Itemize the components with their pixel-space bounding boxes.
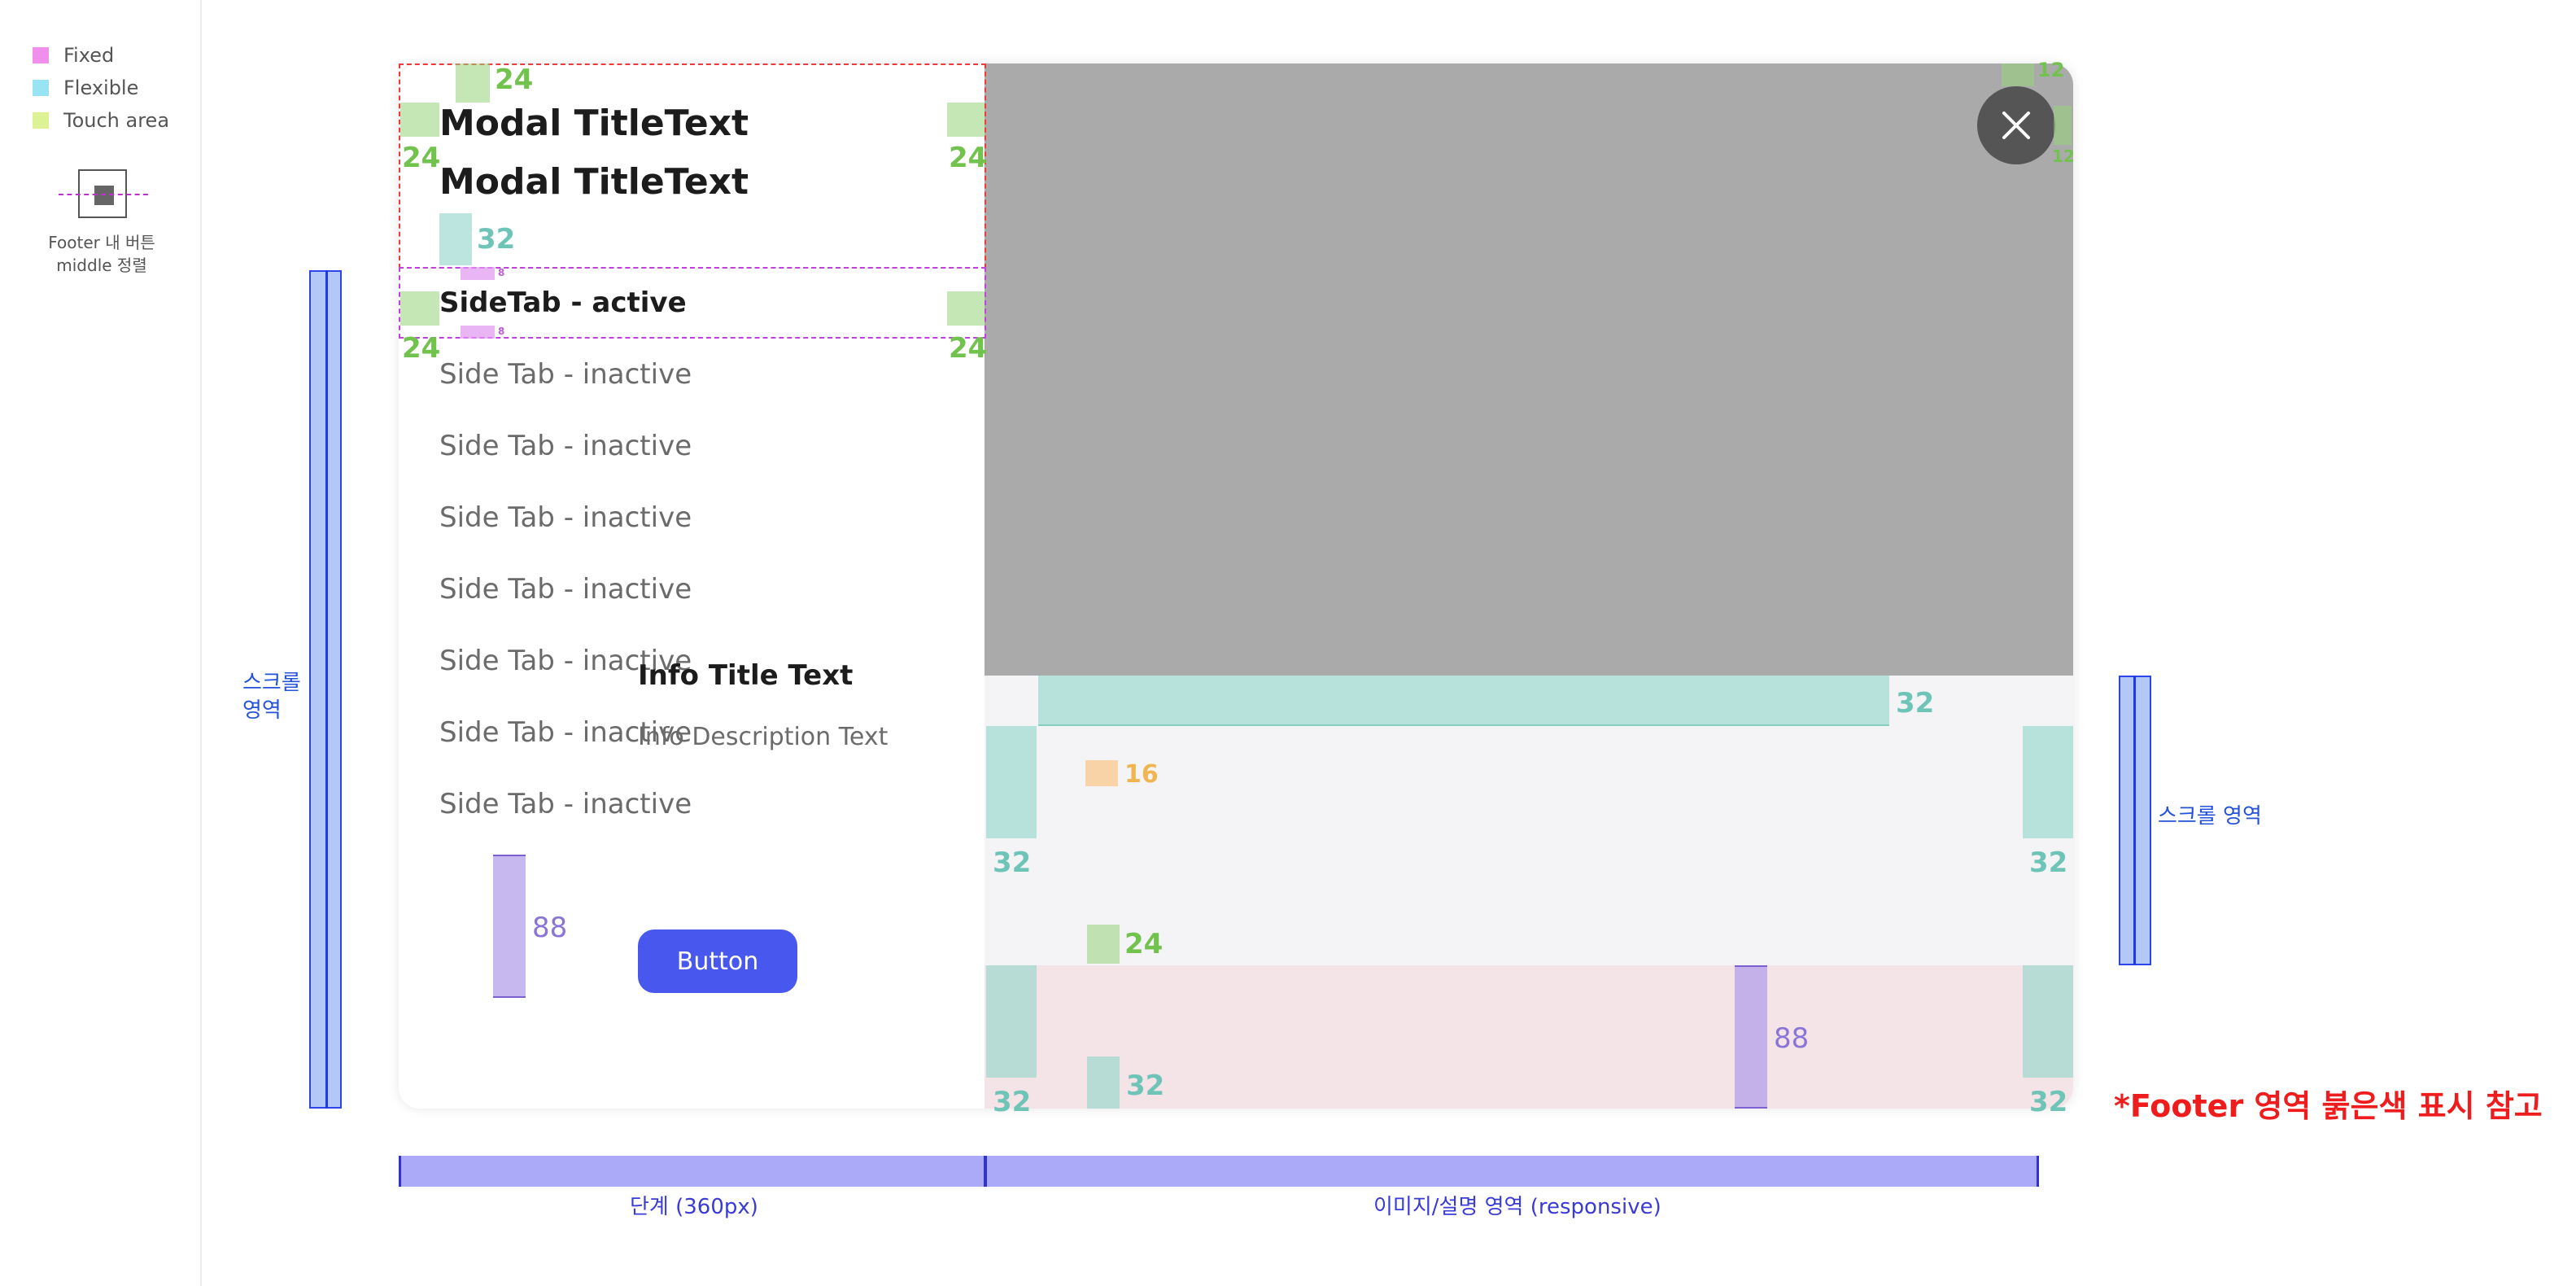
legend-item-fixed: Fixed <box>33 42 114 68</box>
footer-right-spacing-label: 32 <box>2029 1086 2068 1118</box>
legend-label: Touch area <box>63 109 170 132</box>
info-title: Info Title Text <box>638 659 854 692</box>
close-icon <box>2002 112 2030 139</box>
sidebar-bottom-spacing-label: 88 <box>532 912 568 944</box>
title-top-touch-mark <box>456 63 490 103</box>
side-tab-inactive[interactable]: Side Tab - inactive <box>439 430 692 462</box>
info-top-flex-mark <box>1038 676 1889 726</box>
image-placeholder <box>985 63 2073 676</box>
info-right-flex-mark <box>2023 726 2073 838</box>
sidebar-bottom-spacing-mark <box>493 855 526 998</box>
footer-note: *Footer 영역 붉은색 표시 참고 <box>2114 1088 2543 1124</box>
title-top-spacing-label: 24 <box>495 63 534 96</box>
legend-item-flexible: Flexible <box>33 75 138 101</box>
close-button[interactable] <box>1977 86 2055 164</box>
footer-top-spacing-label: 24 <box>1124 928 1164 960</box>
scroll-area-label-left: 스크롤 영역 <box>242 671 301 723</box>
info-left-spacing-label: 32 <box>993 846 1032 879</box>
sidebar-width-label: 단계 (360px) <box>630 1195 758 1219</box>
legend-swatch-touch-area <box>33 112 49 129</box>
button-bottom-flex-mark <box>1087 1056 1120 1109</box>
content-width-dimension <box>985 1156 2039 1187</box>
tab-left-touch-mark <box>400 291 439 326</box>
info-right-spacing-label: 32 <box>2029 846 2068 879</box>
legend-label: Fixed <box>63 44 115 67</box>
footer-top-touch-mark <box>1087 925 1120 964</box>
info-left-flex-mark <box>986 726 1037 838</box>
tab-right-spacing-label: 24 <box>949 332 988 365</box>
tab-bottom-gap-label: 8 <box>498 326 505 337</box>
button-bottom-spacing-label: 32 <box>1126 1069 1165 1102</box>
title-right-touch-mark <box>947 103 985 137</box>
footer-left-spacing-label: 32 <box>993 1086 1032 1118</box>
middle-align-sample-button <box>94 186 114 205</box>
tab-bottom-gap-mark <box>461 326 495 339</box>
footer-left-flex-mark <box>986 965 1037 1078</box>
side-tab-inactive[interactable]: Side Tab - inactive <box>439 573 692 606</box>
close-right-offset-mark <box>2054 106 2072 145</box>
title-right-spacing-label: 24 <box>949 142 988 174</box>
side-tab-inactive[interactable]: Side Tab - inactive <box>439 788 692 820</box>
sidebar-width-dimension <box>399 1156 986 1187</box>
title-bottom-flex-mark <box>439 213 472 265</box>
tab-left-spacing-label: 24 <box>402 332 441 365</box>
footer-height-mark <box>1735 965 1767 1109</box>
footer-height-label: 88 <box>1774 1022 1810 1055</box>
footer-primary-button[interactable]: Button <box>638 930 797 993</box>
footer-right-flex-mark <box>2023 965 2073 1078</box>
tab-right-touch-mark <box>947 291 985 326</box>
middle-align-guide-line <box>59 194 148 195</box>
legend-label: Flexible <box>63 77 139 99</box>
middle-align-caption: Footer 내 버튼 middle 정렬 <box>48 233 155 275</box>
title-bottom-spacing-label: 32 <box>477 223 516 256</box>
legend-panel: Fixed Flexible Touch area Footer 내 버튼 mi… <box>0 0 202 1286</box>
info-gap-label: 16 <box>1124 760 1159 789</box>
info-description: Info Description Text <box>638 723 889 751</box>
scroll-area-label-right: 스크롤 영역 <box>2158 804 2262 829</box>
content-width-label: 이미지/설명 영역 (responsive) <box>1373 1195 1661 1219</box>
tab-top-gap-mark <box>461 267 495 280</box>
title-left-spacing-label: 24 <box>402 142 441 174</box>
scroll-area-line-left <box>325 270 328 1109</box>
side-tab-inactive[interactable]: Side Tab - inactive <box>439 501 692 534</box>
legend-swatch-fixed <box>33 47 49 63</box>
close-right-offset-label: 12 <box>2052 147 2075 166</box>
close-top-offset-label: 12 <box>2037 59 2065 81</box>
scroll-area-line-right <box>2133 676 2136 965</box>
legend-swatch-flexible <box>33 80 49 96</box>
legend-item-touch-area: Touch area <box>33 107 169 133</box>
close-top-offset-mark <box>2002 63 2034 86</box>
info-top-spacing-label: 32 <box>1896 687 1935 720</box>
tab-top-gap-label: 8 <box>498 267 505 278</box>
side-tab-inactive[interactable]: Side Tab - inactive <box>439 358 692 391</box>
title-left-touch-mark <box>400 103 439 137</box>
info-gap-mark <box>1085 760 1118 786</box>
